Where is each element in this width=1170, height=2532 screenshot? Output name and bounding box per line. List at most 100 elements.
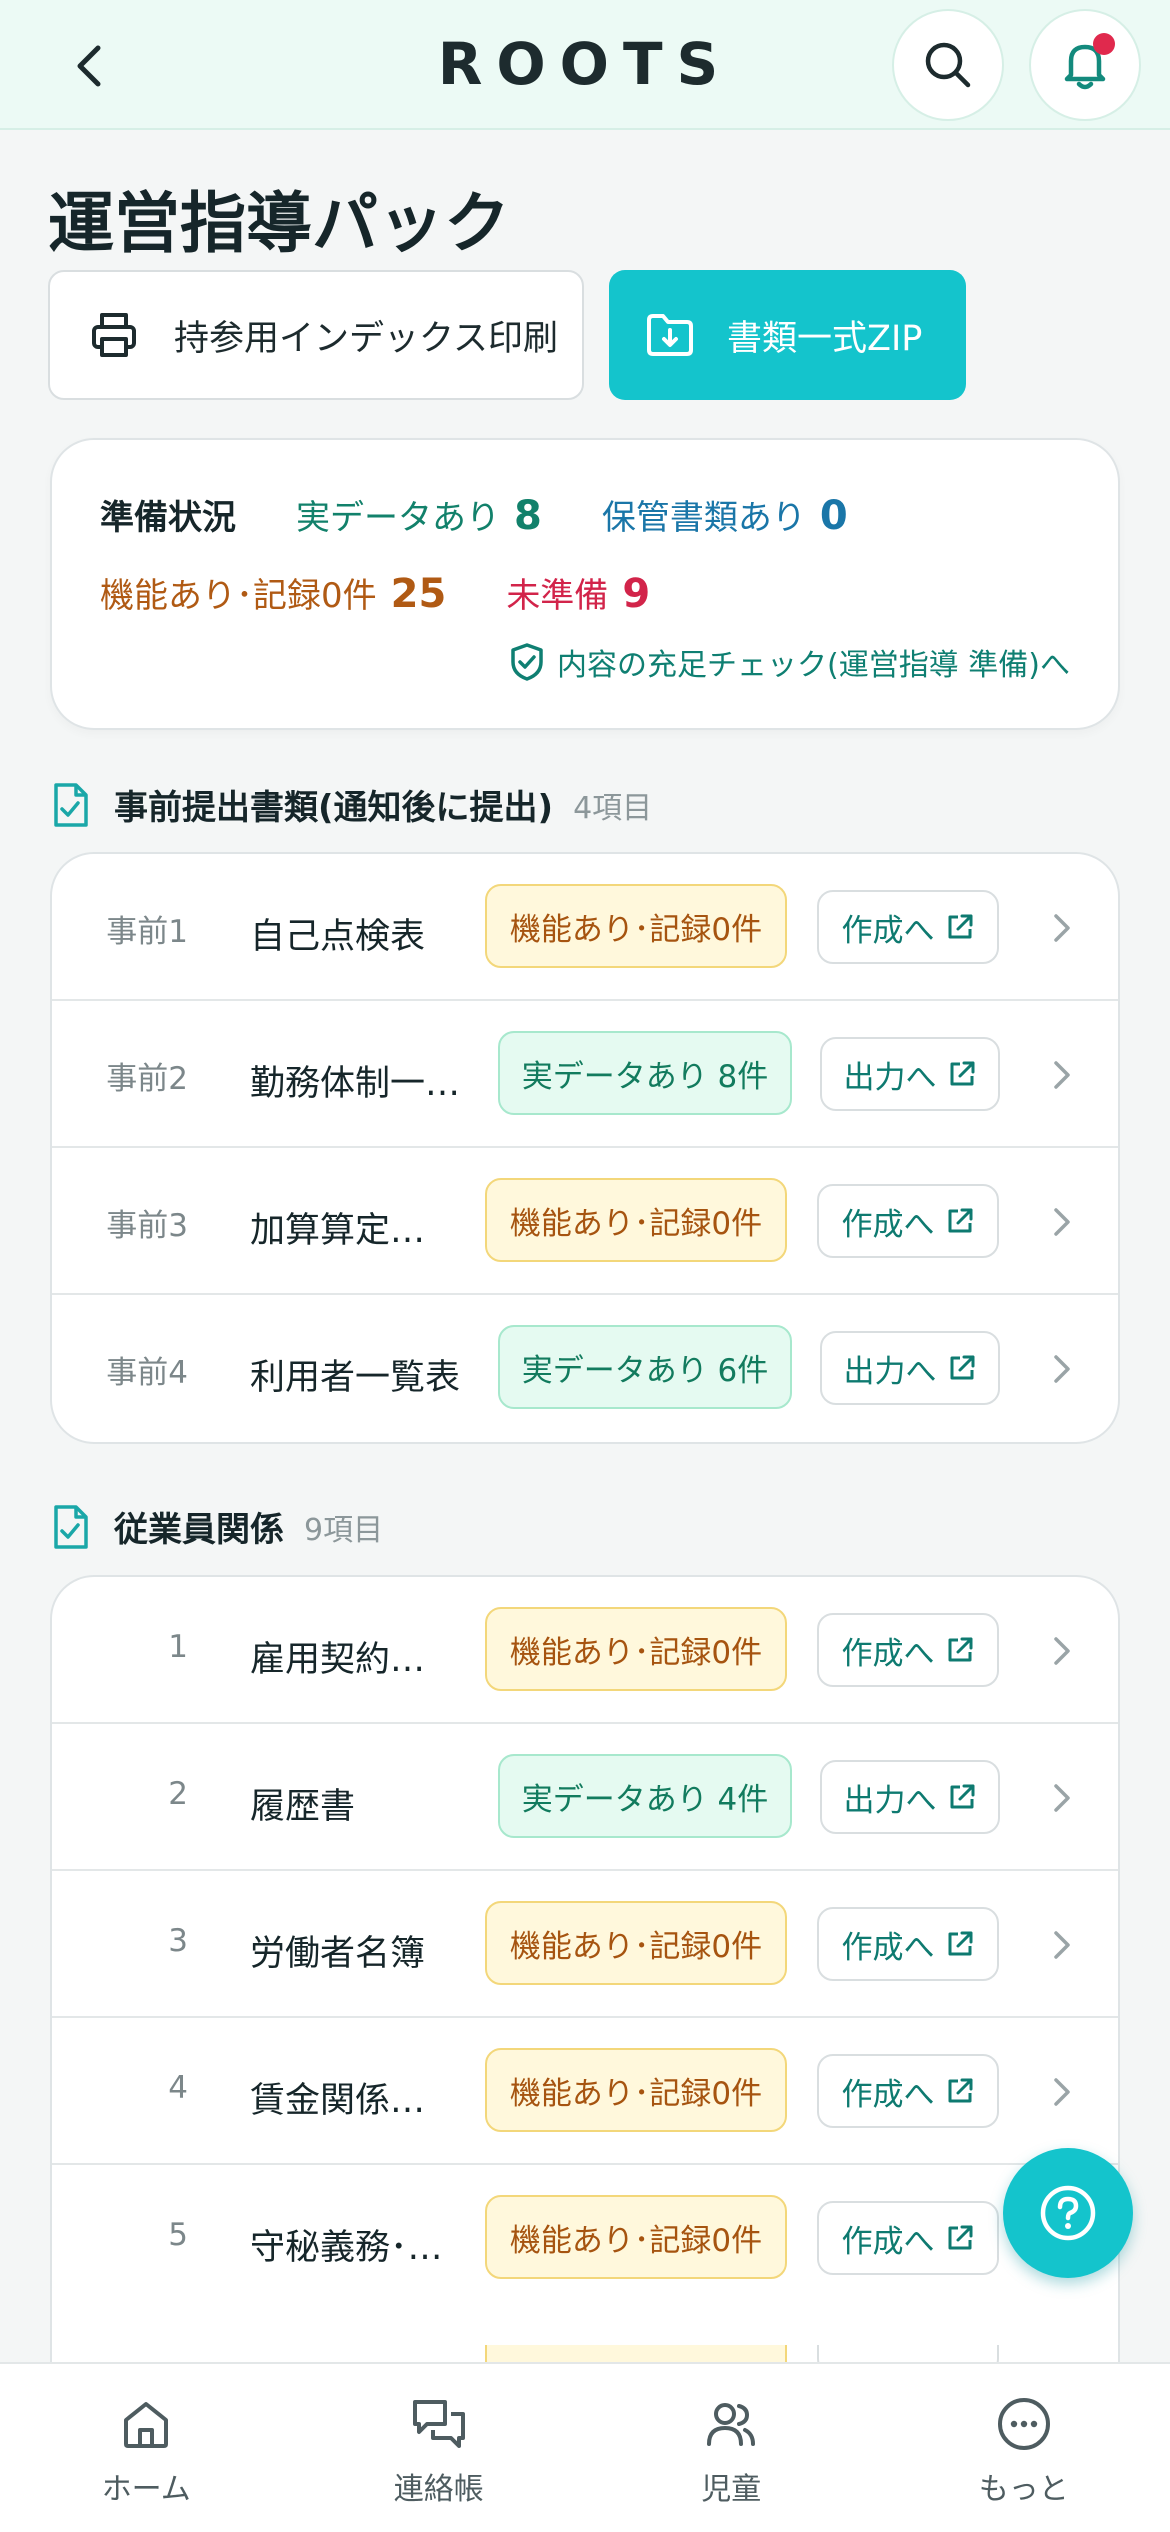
feature-zero-label: 機能あり･記録0件 xyxy=(100,576,377,616)
nav-home-label: ホーム xyxy=(101,2472,191,2507)
external-link-icon xyxy=(950,1355,974,1380)
section-count: 4項目 xyxy=(573,790,653,826)
output-button[interactable]: 出力へ xyxy=(820,1037,1000,1111)
section-header-employees: 従業員関係 9項目 xyxy=(50,1502,383,1551)
item-name: 雇用契約… xyxy=(250,1640,426,1680)
action-label: 作成へ xyxy=(841,2076,935,2113)
nav-home[interactable]: ホーム xyxy=(0,2364,293,2532)
status-badge: 機能あり･記録0件 xyxy=(485,884,787,968)
document-check-icon xyxy=(54,782,88,827)
status-badge: 実データあり 6件 xyxy=(498,1325,792,1409)
action-label: 出力へ xyxy=(843,1782,937,1819)
list-item[interactable]: 5 守秘義務･… 機能あり･記録0件 作成へ xyxy=(52,2165,1118,2312)
list-item[interactable]: 3 労働者名簿 機能あり･記録0件 作成へ xyxy=(52,1871,1118,2018)
print-index-button[interactable]: 持参用インデックス印刷 xyxy=(48,270,584,400)
item-code: 4 xyxy=(168,2070,188,2106)
create-button[interactable]: 作成へ xyxy=(817,1907,999,1981)
more-icon xyxy=(997,2398,1050,2450)
print-index-label: 持参用インデックス印刷 xyxy=(174,318,558,359)
item-code: 2 xyxy=(168,1776,188,1812)
page-title: 運営指導パック xyxy=(48,185,510,262)
status-row-1: 準備状況 実データあり 8 保管書類あり 0 xyxy=(100,490,848,539)
list-item[interactable]: 2 履歴書 実データあり 4件 出力へ xyxy=(52,1724,1118,1871)
help-button[interactable] xyxy=(1003,2148,1133,2278)
employees-list: 1 雇用契約… 機能あり･記録0件 作成へ 2 履歴書 実データあり 4件 出力… xyxy=(50,1575,1120,2365)
document-check-icon xyxy=(54,1504,88,1549)
action-label: 出力へ xyxy=(843,1353,937,1390)
create-button[interactable]: 作成へ xyxy=(817,2201,999,2275)
preparation-status-card: 準備状況 実データあり 8 保管書類あり 0 機能あり･記録0件 25 未準備 … xyxy=(50,438,1120,730)
chevron-right-icon xyxy=(1054,2078,1070,2106)
item-code: 1 xyxy=(168,1629,188,1665)
chevron-right-icon xyxy=(1054,914,1070,942)
item-name: 労働者名簿 xyxy=(250,1934,426,1974)
nav-children-label: 児童 xyxy=(701,2472,762,2507)
external-link-icon xyxy=(948,914,972,939)
users-icon xyxy=(707,2403,756,2446)
item-name: 自己点検表 xyxy=(250,917,426,957)
item-name: 履歴書 xyxy=(250,1787,356,1827)
item-code: 3 xyxy=(168,1923,188,1959)
status-badge: 機能あり･記録0件 xyxy=(485,1607,787,1691)
search-button[interactable] xyxy=(892,9,1004,121)
real-data-label: 実データあり xyxy=(296,498,500,538)
list-item[interactable]: 事前3 加算算定… 機能あり･記録0件 作成へ xyxy=(52,1148,1118,1295)
external-link-icon xyxy=(948,1931,972,1956)
nav-more[interactable]: もっと xyxy=(878,2364,1170,2532)
download-zip-button[interactable]: 書類一式ZIP xyxy=(609,270,966,400)
status-badge: 機能あり･記録0件 xyxy=(485,1901,787,1985)
create-button[interactable]: 作成へ xyxy=(817,1613,999,1687)
app-header: ROOTS xyxy=(0,0,1170,130)
status-badge: 機能あり･記録0件 xyxy=(485,1178,787,1262)
folder-download-icon xyxy=(647,314,693,356)
output-button[interactable]: 出力へ xyxy=(820,1331,1000,1405)
item-name: 賃金関係… xyxy=(250,2081,426,2121)
status-badge: 実データあり 8件 xyxy=(498,1031,792,1115)
help-icon xyxy=(1040,2185,1096,2241)
bottom-navigation: ホーム 連絡帳 児童 もっと xyxy=(0,2362,1170,2532)
status-badge: 機能あり･記録0件 xyxy=(485,2195,787,2279)
external-link-icon xyxy=(948,2225,972,2250)
content-check-label: 内容の充足チェック(運営指導 準備)へ xyxy=(557,648,1070,683)
section-title: 事前提出書類(通知後に提出) xyxy=(114,788,554,828)
notification-dot xyxy=(1093,33,1115,55)
list-item[interactable]: 事前4 利用者一覧表 実データあり 6件 出力へ xyxy=(52,1295,1118,1442)
home-icon xyxy=(124,2402,169,2448)
status-badge: 機能あり･記録0件 xyxy=(485,2048,787,2132)
action-label: 作成へ xyxy=(841,912,935,949)
external-link-icon xyxy=(950,1784,974,1809)
action-label: 作成へ xyxy=(841,1929,935,1966)
printer-icon xyxy=(92,313,136,357)
item-name: 勤務体制一… xyxy=(250,1064,461,1104)
list-item[interactable]: 事前2 勤務体制一… 実データあり 8件 出力へ xyxy=(52,1001,1118,1148)
status-row-2: 機能あり･記録0件 25 未準備 9 xyxy=(100,568,650,617)
action-label: 作成へ xyxy=(841,1206,935,1243)
status-badge: 実データあり 4件 xyxy=(498,1754,792,1838)
chevron-right-icon xyxy=(1054,1208,1070,1236)
content-check-link[interactable]: 内容の充足チェック(運営指導 準備)へ xyxy=(509,640,1070,684)
create-button[interactable]: 作成へ xyxy=(817,1184,999,1258)
external-link-icon xyxy=(948,2078,972,2103)
real-data-count: 8 xyxy=(514,493,542,539)
chevron-right-icon xyxy=(1054,1931,1070,1959)
nav-notes-label: 連絡帳 xyxy=(393,2472,484,2507)
list-item[interactable]: 事前1 自己点検表 機能あり･記録0件 作成へ xyxy=(52,854,1118,1001)
external-link-icon xyxy=(948,1637,972,1662)
chat-icon xyxy=(412,2400,465,2448)
shield-check-icon xyxy=(511,643,543,681)
chevron-right-icon xyxy=(1054,1637,1070,1665)
create-button[interactable]: 作成へ xyxy=(817,2054,999,2128)
item-code: 事前1 xyxy=(106,914,188,950)
feature-zero-count: 25 xyxy=(390,571,447,617)
notifications-button[interactable] xyxy=(1029,9,1141,121)
create-button[interactable]: 作成へ xyxy=(817,890,999,964)
item-code: 事前4 xyxy=(106,1355,188,1391)
nav-notes[interactable]: 連絡帳 xyxy=(293,2364,586,2532)
nav-children[interactable]: 児童 xyxy=(585,2364,878,2532)
output-button[interactable]: 出力へ xyxy=(820,1760,1000,1834)
nav-more-label: もっと xyxy=(978,2472,1069,2507)
item-code: 5 xyxy=(168,2217,188,2253)
list-item[interactable]: 1 雇用契約… 機能あり･記録0件 作成へ xyxy=(52,1577,1118,1724)
list-item[interactable]: 4 賃金関係… 機能あり･記録0件 作成へ xyxy=(52,2018,1118,2165)
unprepared-count: 9 xyxy=(622,571,651,617)
